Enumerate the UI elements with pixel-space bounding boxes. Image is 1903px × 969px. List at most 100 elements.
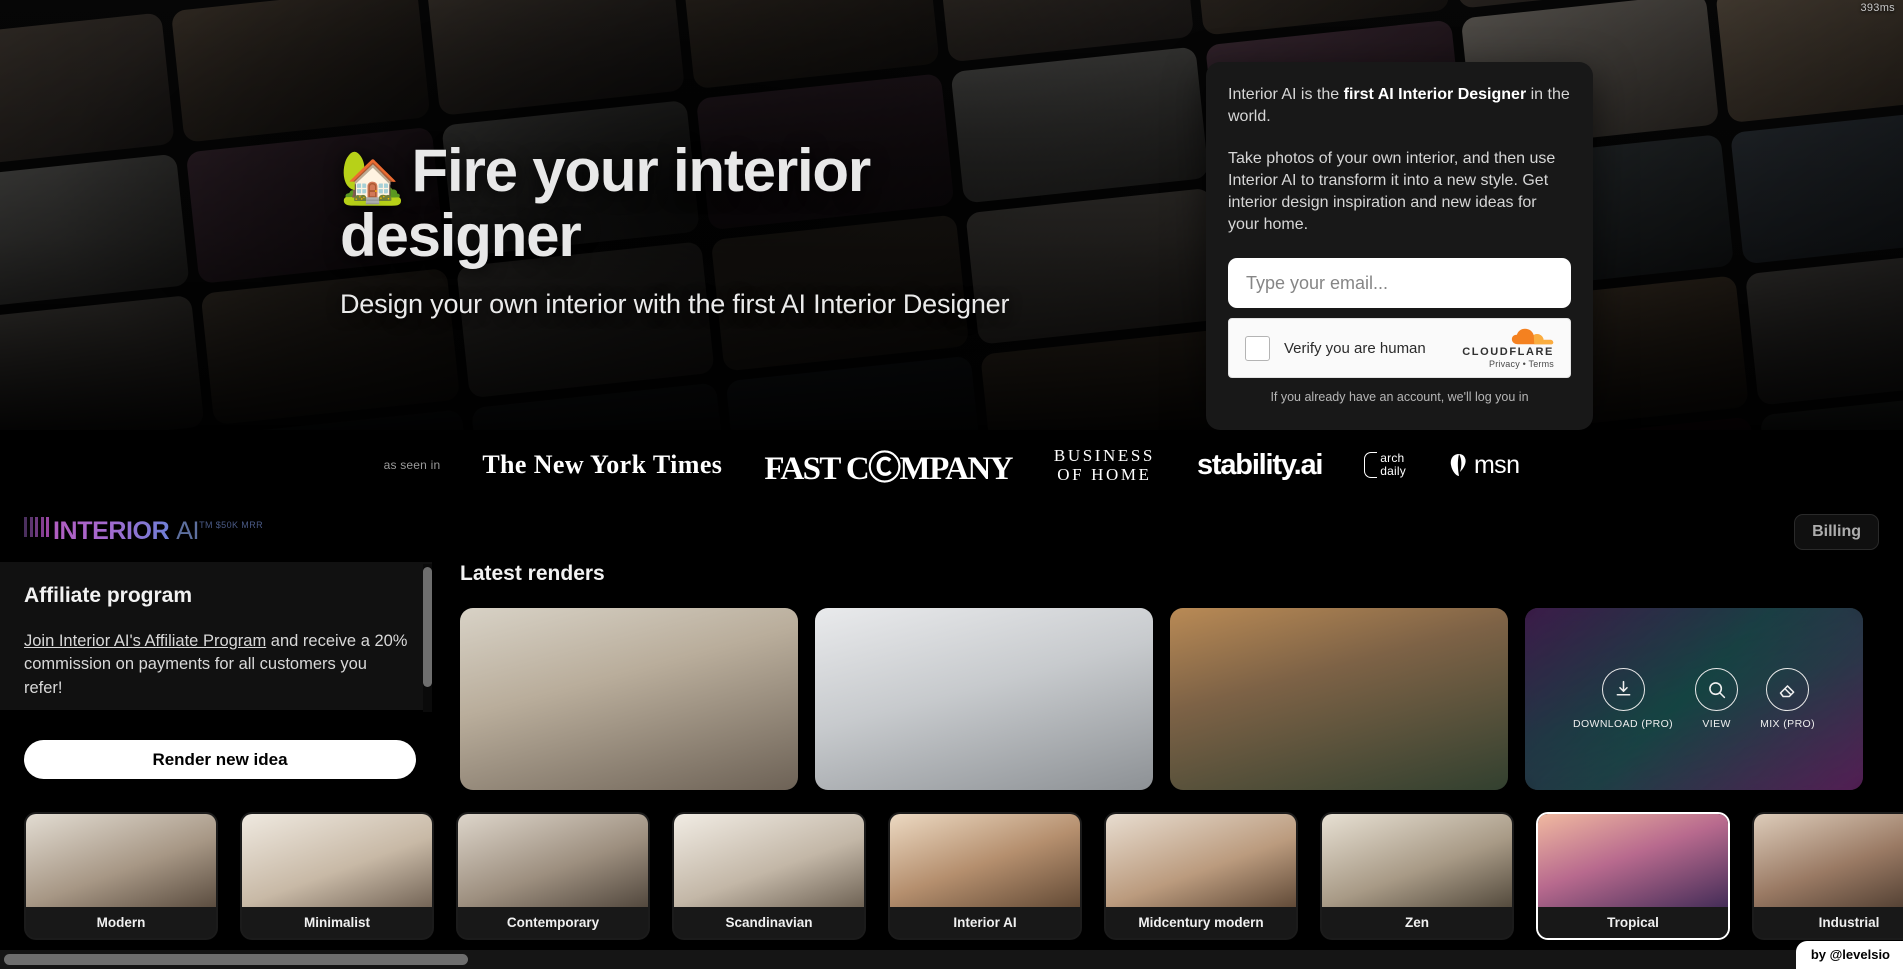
captcha-label: Verify you are human <box>1284 339 1426 357</box>
style-label: Interior AI <box>890 907 1080 938</box>
hero-copy: 🏡 Fire your interior designer Design your… <box>340 137 1140 320</box>
app-logo[interactable]: INTERIOR AI TM $50K MRR <box>24 516 263 546</box>
latest-renders-title: Latest renders <box>460 562 605 585</box>
hero-section: 🏡 Fire your interior designer Design your… <box>0 0 1903 430</box>
affiliate-panel-scrollbar[interactable] <box>423 564 432 712</box>
affiliate-link[interactable]: Join Interior AI's Affiliate Program <box>24 632 266 650</box>
style-card-modern[interactable]: Modern <box>24 812 218 940</box>
app-header: INTERIOR AI TM $50K MRR Billing <box>0 500 1903 562</box>
logo-new-york-times: The New York Times <box>482 450 723 479</box>
attribution-badge[interactable]: by @levelsio <box>1795 941 1903 969</box>
overlay-action-label: MIX (PRO) <box>1760 718 1816 730</box>
style-card-midcentury-modern[interactable]: Midcentury modern <box>1104 812 1298 940</box>
style-thumbnail <box>890 814 1080 911</box>
logo-boh-line-2: OF HOME <box>1057 465 1152 484</box>
style-thumbnail <box>1754 814 1903 911</box>
render-card[interactable] <box>460 608 798 790</box>
style-thumbnail <box>26 814 216 911</box>
eraser-icon <box>1766 668 1810 711</box>
page-root: 🏡 Fire your interior designer Design your… <box>0 0 1903 969</box>
signup-intro-bold: first AI Interior Designer <box>1343 86 1527 103</box>
style-label: Industrial <box>1754 907 1903 938</box>
download-action-button[interactable]: DOWNLOAD (PRO) <box>1573 668 1673 730</box>
style-label: Midcentury modern <box>1106 907 1296 938</box>
main-content: Affiliate program Join Interior AI's Aff… <box>0 562 1903 802</box>
render-card[interactable]: DOWNLOAD (PRO) VIEW MIX (PRO) <box>1525 608 1863 790</box>
performance-badge: 393ms <box>1860 2 1895 14</box>
affiliate-body: Join Interior AI's Affiliate Program and… <box>24 630 408 700</box>
captcha-legal-links[interactable]: Privacy • Terms <box>1462 359 1554 369</box>
headline-line-1: Fire your interior <box>411 137 872 204</box>
house-icon: 🏡 <box>340 149 405 207</box>
eraser-action-button[interactable]: MIX (PRO) <box>1760 668 1815 730</box>
style-card-zen[interactable]: Zen <box>1320 812 1514 940</box>
arch-daily-mark-icon <box>1364 452 1378 478</box>
style-label: Tropical <box>1538 907 1728 938</box>
overlay-action-label: DOWNLOAD (PRO) <box>1572 718 1674 730</box>
style-card-interior-ai[interactable]: Interior AI <box>888 812 1082 940</box>
signup-card: Interior AI is the first AI Interior Des… <box>1206 62 1593 431</box>
scrollbar-thumb-vertical[interactable] <box>423 567 432 687</box>
msn-butterfly-icon <box>1450 454 1466 476</box>
affiliate-panel: Affiliate program Join Interior AI's Aff… <box>0 562 432 710</box>
logo-boh-line-1: BUSINESS <box>1053 445 1155 465</box>
captcha-checkbox[interactable] <box>1245 335 1270 361</box>
style-label: Scandinavian <box>674 907 864 938</box>
signup-footer-note: If you already have an account, we'll lo… <box>1270 390 1529 405</box>
render-hover-overlay: DOWNLOAD (PRO) VIEW MIX (PRO) <box>1525 608 1863 790</box>
arch-daily-text: arch daily <box>1380 452 1406 477</box>
render-thumbnail <box>1170 608 1508 790</box>
style-card-contemporary[interactable]: Contemporary <box>456 812 650 940</box>
style-label: Minimalist <box>242 907 432 938</box>
render-thumbnail <box>815 608 1153 790</box>
style-thumbnail <box>242 814 432 911</box>
horizontal-scrollbar[interactable] <box>0 950 1903 969</box>
latest-renders-row: DOWNLOAD (PRO) VIEW MIX (PRO) <box>460 608 1903 790</box>
style-thumbnail <box>1322 814 1512 911</box>
latest-renders-section: Latest renders DOWNLOAD (PRO) VIEW MIX (PR… <box>460 562 1903 790</box>
style-card-tropical[interactable]: Tropical <box>1536 812 1730 940</box>
signup-intro-prefix: Interior AI is the <box>1228 86 1344 103</box>
download-icon <box>1601 668 1645 711</box>
signup-intro: Interior AI is the first AI Interior Des… <box>1228 84 1571 128</box>
logo-stability-ai: stability.ai <box>1196 448 1323 481</box>
logo-arch-daily: arch daily <box>1364 452 1406 478</box>
page-title: 🏡 Fire your interior designer <box>340 137 1140 270</box>
magnifier-icon <box>1695 668 1739 711</box>
cloudflare-cloud-icon <box>1511 328 1553 345</box>
press-logos-bar: as seen in The New York Times FAST CⒸMPA… <box>0 430 1903 500</box>
style-thumbnail <box>1538 814 1728 911</box>
arch-daily-line-2: daily <box>1380 464 1406 478</box>
style-thumbnail <box>458 814 648 911</box>
style-card-scandinavian[interactable]: Scandinavian <box>672 812 866 940</box>
style-selector-strip: Modern Minimalist Contemporary Scandinavian… <box>0 802 1903 950</box>
render-card[interactable] <box>1170 608 1508 790</box>
overlay-action-label: VIEW <box>1702 718 1731 730</box>
email-field[interactable] <box>1228 258 1571 309</box>
style-card-minimalist[interactable]: Minimalist <box>240 812 434 940</box>
affiliate-title: Affiliate program <box>24 584 193 607</box>
render-new-idea-button[interactable]: Render new idea <box>24 740 416 779</box>
style-card-industrial[interactable]: Industrial <box>1752 812 1903 940</box>
signup-description: Take photos of your own interior, and th… <box>1228 150 1556 234</box>
style-thumbnail <box>674 814 864 911</box>
headline-line-2: designer <box>340 202 582 270</box>
as-seen-in-label: as seen in <box>383 458 441 472</box>
style-label: Modern <box>26 907 216 938</box>
style-label: Zen <box>1322 907 1512 938</box>
logo-text-interior: INTERIOR <box>53 516 170 545</box>
billing-button[interactable]: Billing <box>1794 514 1879 550</box>
logo-business-of-home: BUSINESS OF HOME <box>1054 446 1155 484</box>
logo-bars-icon <box>24 516 49 539</box>
style-label: Contemporary <box>458 907 648 938</box>
scrollbar-thumb-horizontal[interactable] <box>4 954 468 965</box>
logo-superscript: TM $50K MRR <box>199 519 263 530</box>
cloudflare-branding: CLOUDFLARE Privacy • Terms <box>1462 328 1554 369</box>
logo-text-ai: AI <box>176 516 200 545</box>
msn-wordmark: msn <box>1473 450 1520 479</box>
cloudflare-turnstile-widget[interactable]: Verify you are human CLOUDFLARE Privacy … <box>1228 318 1571 379</box>
magnifier-action-button[interactable]: VIEW <box>1695 668 1739 730</box>
hero-subheading: Design your own interior with the first … <box>340 289 1010 320</box>
logo-msn: msn <box>1448 450 1520 480</box>
render-card[interactable] <box>815 608 1153 790</box>
